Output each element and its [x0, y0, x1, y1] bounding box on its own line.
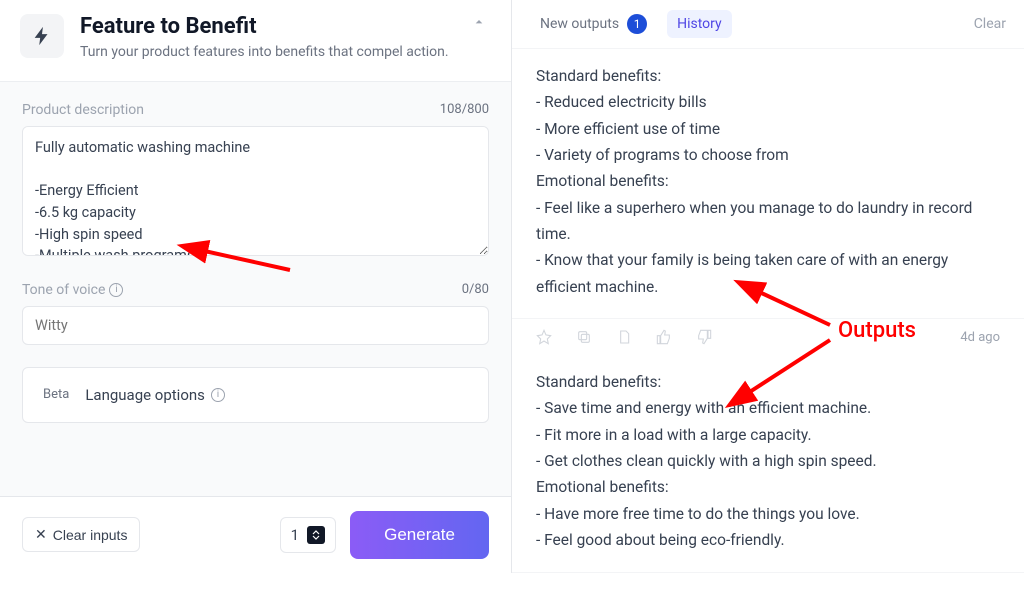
- clear-outputs-button[interactable]: Clear: [974, 16, 1006, 32]
- outputs-list: Standard benefits: - Reduced electricity…: [512, 49, 1024, 573]
- info-icon[interactable]: i: [211, 388, 225, 402]
- page-title: Feature to Benefit: [80, 14, 449, 39]
- product-description-label: Product description: [22, 102, 144, 118]
- tab-new-outputs[interactable]: New outputs 1: [530, 8, 657, 40]
- bolt-icon: [20, 14, 64, 58]
- left-panel: Feature to Benefit Turn your product fea…: [0, 0, 512, 573]
- product-description-input[interactable]: [22, 126, 489, 256]
- right-panel: New outputs 1 History Clear Standard ben…: [512, 0, 1024, 573]
- stepper-icon[interactable]: [307, 526, 325, 544]
- template-header: Feature to Benefit Turn your product fea…: [0, 0, 511, 81]
- output-tabs: New outputs 1 History Clear: [512, 0, 1024, 49]
- output-actions: 4d ago: [512, 319, 1024, 355]
- output-timestamp: 4d ago: [960, 330, 1000, 345]
- quantity-stepper[interactable]: 1: [280, 517, 336, 553]
- output-item[interactable]: Standard benefits: - Save time and energ…: [512, 355, 1024, 572]
- tone-label: Tone of voice i: [22, 282, 123, 298]
- language-options[interactable]: Beta Language options i: [22, 367, 489, 423]
- copy-icon[interactable]: [576, 329, 592, 345]
- footer: ✕ Clear inputs 1 Generate: [0, 496, 511, 573]
- clear-inputs-button[interactable]: ✕ Clear inputs: [22, 517, 140, 552]
- collapse-icon[interactable]: [471, 14, 491, 34]
- thumbs-down-icon[interactable]: [696, 329, 712, 345]
- thumbs-up-icon[interactable]: [656, 329, 672, 345]
- form-area: Product description 108/800 Tone of voic…: [0, 81, 511, 496]
- tone-input[interactable]: [22, 306, 489, 345]
- output-item[interactable]: Standard benefits: - Reduced electricity…: [512, 49, 1024, 319]
- generate-button[interactable]: Generate: [350, 511, 489, 559]
- close-icon: ✕: [35, 526, 47, 543]
- tone-count: 0/80: [462, 282, 489, 297]
- page-subtitle: Turn your product features into benefits…: [80, 43, 449, 63]
- star-icon[interactable]: [536, 329, 552, 345]
- beta-badge: Beta: [43, 387, 69, 402]
- annotation-label: Outputs: [838, 318, 916, 343]
- new-outputs-count: 1: [627, 14, 647, 34]
- document-icon[interactable]: [616, 329, 632, 345]
- info-icon[interactable]: i: [109, 283, 123, 297]
- product-description-count: 108/800: [440, 102, 489, 117]
- tab-history[interactable]: History: [667, 10, 732, 38]
- language-label: Language options: [85, 386, 205, 404]
